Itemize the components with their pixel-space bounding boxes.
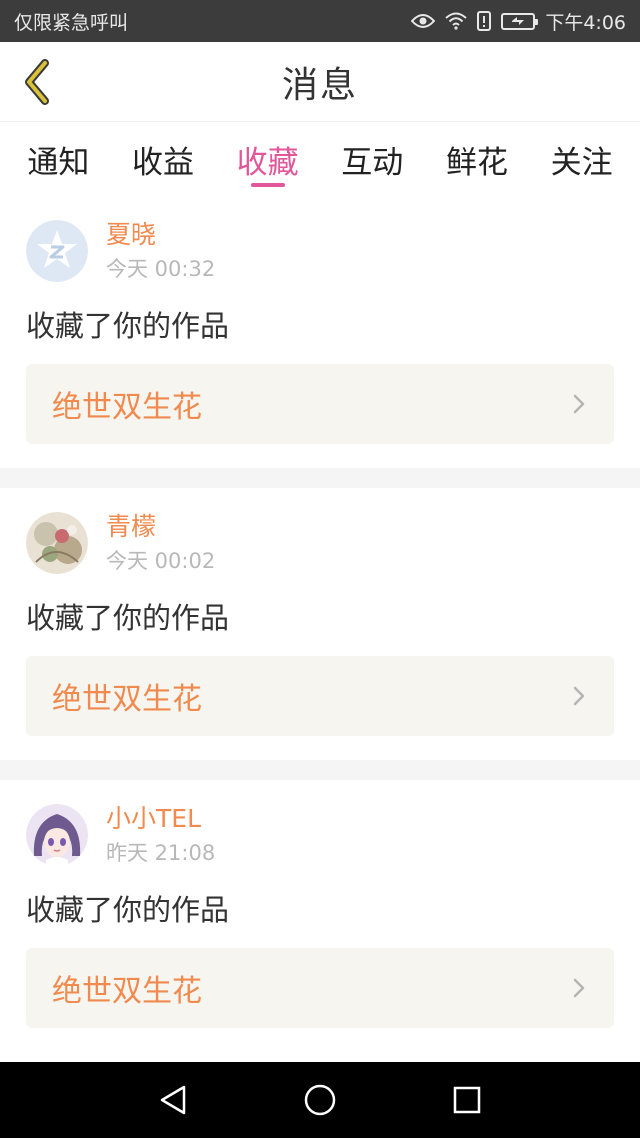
alert-icon [477,11,492,31]
avatar[interactable] [26,804,88,866]
anime-avatar [26,804,88,866]
recents-square-icon [453,1086,480,1114]
system-back-button[interactable] [143,1070,203,1130]
status-icons: 下午4:06 [411,8,626,35]
back-button[interactable] [14,56,58,108]
eye-icon [411,13,436,29]
tab-earnings[interactable]: 收益 [128,123,198,195]
system-nav-bar [0,1062,640,1138]
tab-interactions[interactable]: 互动 [337,123,407,195]
message-card: 小小TEL 昨天 21:08 收藏了你的作品 绝世双生花 [0,780,640,1052]
carrier-text: 仅限紧急呼叫 [14,11,129,34]
battery-icon [501,12,539,30]
message-list: 夏晓 今天 00:32 收藏了你的作品 绝世双生花 青檬 今天 00:02 收藏… [0,196,640,1052]
status-bar: 仅限紧急呼叫 下午4:06 [0,0,640,42]
user-row: 青檬 今天 00:02 [26,510,614,576]
divider [0,468,640,488]
user-meta: 夏晓 今天 00:32 [106,218,215,284]
action-text: 收藏了你的作品 [26,893,230,927]
chevron-right-icon [570,684,588,708]
username[interactable]: 小小TEL [106,802,215,836]
work-title: 绝世双生花 [52,390,202,425]
username[interactable]: 夏晓 [106,218,215,252]
work-link[interactable]: 绝世双生花 [26,948,614,1028]
chevron-right-icon [570,976,588,1000]
timestamp: 今天 00:32 [106,257,216,281]
work-title: 绝世双生花 [52,974,202,1009]
work-title: 绝世双生花 [52,682,202,717]
photo-avatar [26,512,88,574]
page-title: 消息 [281,64,358,106]
timestamp: 今天 00:02 [106,549,216,573]
tab-notifications[interactable]: 通知 [23,123,93,195]
username[interactable]: 青檬 [106,510,215,544]
work-link[interactable]: 绝世双生花 [26,364,614,444]
chevron-left-icon [25,59,49,105]
tab-flowers[interactable]: 鲜花 [442,123,512,195]
chevron-right-icon [570,392,588,416]
home-circle-icon [304,1084,336,1116]
tab-favorites[interactable]: 收藏 [233,123,303,195]
avatar[interactable] [26,220,88,282]
user-meta: 青檬 今天 00:02 [106,510,215,576]
message-card: 夏晓 今天 00:32 收藏了你的作品 绝世双生花 [0,196,640,468]
work-link[interactable]: 绝世双生花 [26,656,614,736]
user-meta: 小小TEL 昨天 21:08 [106,802,215,868]
system-recents-button[interactable] [437,1070,497,1130]
tab-following[interactable]: 关注 [547,123,617,195]
tab-bar: 通知 收益 收藏 互动 鲜花 关注 [0,123,640,195]
default-avatar-icon [26,220,88,282]
avatar[interactable] [26,512,88,574]
user-row: 夏晓 今天 00:32 [26,218,614,284]
back-triangle-icon [161,1085,186,1115]
clock-text: 下午4:06 [545,11,626,34]
action-text: 收藏了你的作品 [26,309,230,343]
header-bar: 消息 [0,42,640,122]
user-row: 小小TEL 昨天 21:08 [26,802,614,868]
message-card: 青檬 今天 00:02 收藏了你的作品 绝世双生花 [0,488,640,760]
system-home-button[interactable] [290,1070,350,1130]
action-text: 收藏了你的作品 [26,601,230,635]
wifi-icon [445,12,467,30]
timestamp: 昨天 21:08 [106,841,216,865]
divider [0,760,640,780]
